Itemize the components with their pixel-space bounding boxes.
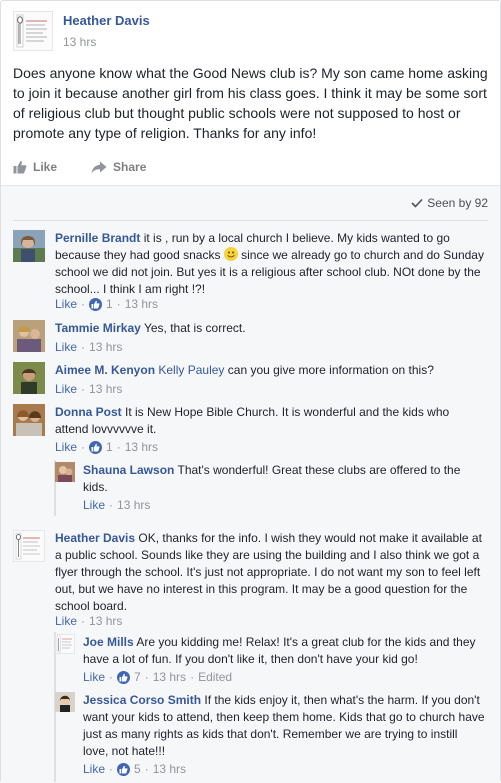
comment-meta: Like · 5 · 13 hrs xyxy=(83,762,187,776)
comment-meta: Like · 1 · 13 hrs xyxy=(55,297,159,311)
share-arrow-icon xyxy=(91,161,107,173)
comment-timestamp[interactable]: 13 hrs xyxy=(125,440,158,454)
divider xyxy=(13,220,488,221)
safety-pin-logo-icon xyxy=(16,14,47,48)
commenter-avatar[interactable] xyxy=(13,530,45,562)
profile-photo-icon xyxy=(13,362,45,394)
comment-text: can you give more information on this? xyxy=(227,363,434,377)
like-count-icon[interactable] xyxy=(117,670,131,684)
commenter-name[interactable]: Shauna Lawson xyxy=(83,463,174,477)
reply-comment: Joe Mills Are you kidding me! Relax! It'… xyxy=(55,634,491,686)
like-count-icon[interactable] xyxy=(117,762,131,776)
like-count[interactable]: 7 xyxy=(134,670,141,684)
comment-timestamp[interactable]: 13 hrs xyxy=(153,762,186,776)
profile-photo-icon xyxy=(13,230,45,262)
like-count[interactable]: 1 xyxy=(106,297,113,311)
profile-photo-icon xyxy=(55,692,75,712)
commenter-name[interactable]: Aimee M. Kenyon xyxy=(55,363,155,377)
commenter-name[interactable]: Jessica Corso Smith xyxy=(83,693,201,707)
thumbs-up-icon xyxy=(13,161,27,174)
profile-photo-icon xyxy=(55,462,75,482)
comment-meta: Like · 13 hrs xyxy=(83,498,151,512)
seen-by-text: Seen by 92 xyxy=(427,196,488,210)
seen-by-indicator[interactable]: Seen by 92 xyxy=(411,196,488,210)
post-text: Does anyone know what the Good News club… xyxy=(13,65,488,141)
comment-like-link[interactable]: Like xyxy=(55,340,77,354)
comment-meta: Like · 13 hrs xyxy=(55,340,123,354)
comment-timestamp[interactable]: 13 hrs xyxy=(125,297,158,311)
comment-like-link[interactable]: Like xyxy=(55,440,77,454)
comment-timestamp[interactable]: 13 hrs xyxy=(153,670,186,684)
like-count-icon[interactable] xyxy=(89,440,103,454)
profile-photo-icon xyxy=(13,320,45,352)
comment: Heather Davis OK, thanks for the info. I… xyxy=(13,530,491,630)
commenter-avatar[interactable] xyxy=(55,634,75,654)
comment: Tammie Mirkay Yes, that is correct. Like… xyxy=(13,320,491,356)
like-count-icon[interactable] xyxy=(89,297,103,311)
commenter-name[interactable]: Heather Davis xyxy=(55,531,135,545)
comment: Aimee M. Kenyon Kelly Pauley can you giv… xyxy=(13,362,491,398)
comment: Donna Post It is New Hope Bible Church. … xyxy=(13,404,491,456)
commenter-name[interactable]: Tammie Mirkay xyxy=(55,321,141,335)
commenter-avatar[interactable] xyxy=(13,404,45,436)
author-avatar[interactable] xyxy=(13,11,53,51)
safety-pin-logo-icon xyxy=(15,532,40,560)
commenter-avatar[interactable] xyxy=(55,692,75,712)
reply-comment: Jessica Corso Smith If the kids enjoy it… xyxy=(55,692,491,778)
comment-like-link[interactable]: Like xyxy=(83,762,105,776)
commenter-name[interactable]: Joe Mills xyxy=(83,635,134,649)
share-button[interactable]: Share xyxy=(91,155,146,179)
tagged-user-link[interactable]: Kelly Pauley xyxy=(158,363,224,377)
comment-text: Are you kidding me! Relax! It's a great … xyxy=(83,635,476,666)
facebook-post: Heather Davis 13 hrs Does anyone know wh… xyxy=(0,0,501,783)
commenter-avatar[interactable] xyxy=(13,362,45,394)
post-actions: Like Share xyxy=(13,155,489,179)
checkmark-icon xyxy=(411,198,423,208)
safety-pin-logo-icon xyxy=(56,635,72,653)
comment-meta: Like · 13 hrs xyxy=(55,382,123,396)
comment-timestamp[interactable]: 13 hrs xyxy=(117,498,150,512)
reply-comment: Shauna Lawson That's wonderful! Great th… xyxy=(55,462,491,514)
edited-label[interactable]: Edited xyxy=(198,670,232,684)
like-button[interactable]: Like xyxy=(13,155,57,179)
comment: Pernille Brandt it is , run by a local c… xyxy=(13,230,491,314)
comment-meta: Like · 7 · 13 hrs · Edited xyxy=(83,670,233,684)
comment-timestamp[interactable]: 13 hrs xyxy=(89,614,122,628)
comment-like-link[interactable]: Like xyxy=(55,382,77,396)
comment-meta: Like · 1 · 13 hrs xyxy=(55,440,159,454)
commenter-avatar[interactable] xyxy=(55,462,75,482)
comment-like-link[interactable]: Like xyxy=(55,297,77,311)
comments-section: Seen by 92 Pernille Brandt it is , run b… xyxy=(1,185,500,783)
like-button-label: Like xyxy=(33,160,58,174)
comment-like-link[interactable]: Like xyxy=(83,498,105,512)
comment-like-link[interactable]: Like xyxy=(83,670,105,684)
smiley-emoji-icon xyxy=(223,247,238,261)
like-count[interactable]: 5 xyxy=(134,762,141,776)
post-timestamp[interactable]: 13 hrs xyxy=(63,35,96,49)
post-header: Heather Davis 13 hrs xyxy=(13,11,483,55)
commenter-name[interactable]: Donna Post xyxy=(55,405,122,419)
commenter-avatar[interactable] xyxy=(13,320,45,352)
comment-like-link[interactable]: Like xyxy=(55,614,77,628)
share-button-label: Share xyxy=(113,160,147,174)
comment-timestamp[interactable]: 13 hrs xyxy=(89,382,122,396)
comment-timestamp[interactable]: 13 hrs xyxy=(89,340,122,354)
post-author-name[interactable]: Heather Davis xyxy=(63,13,150,28)
profile-photo-icon xyxy=(13,404,45,436)
commenter-name[interactable]: Pernille Brandt xyxy=(55,231,140,245)
commenter-avatar[interactable] xyxy=(13,230,45,262)
like-count[interactable]: 1 xyxy=(106,440,113,454)
comment-meta: Like · 13 hrs xyxy=(55,614,123,628)
comment-text: Yes, that is correct. xyxy=(143,321,246,335)
